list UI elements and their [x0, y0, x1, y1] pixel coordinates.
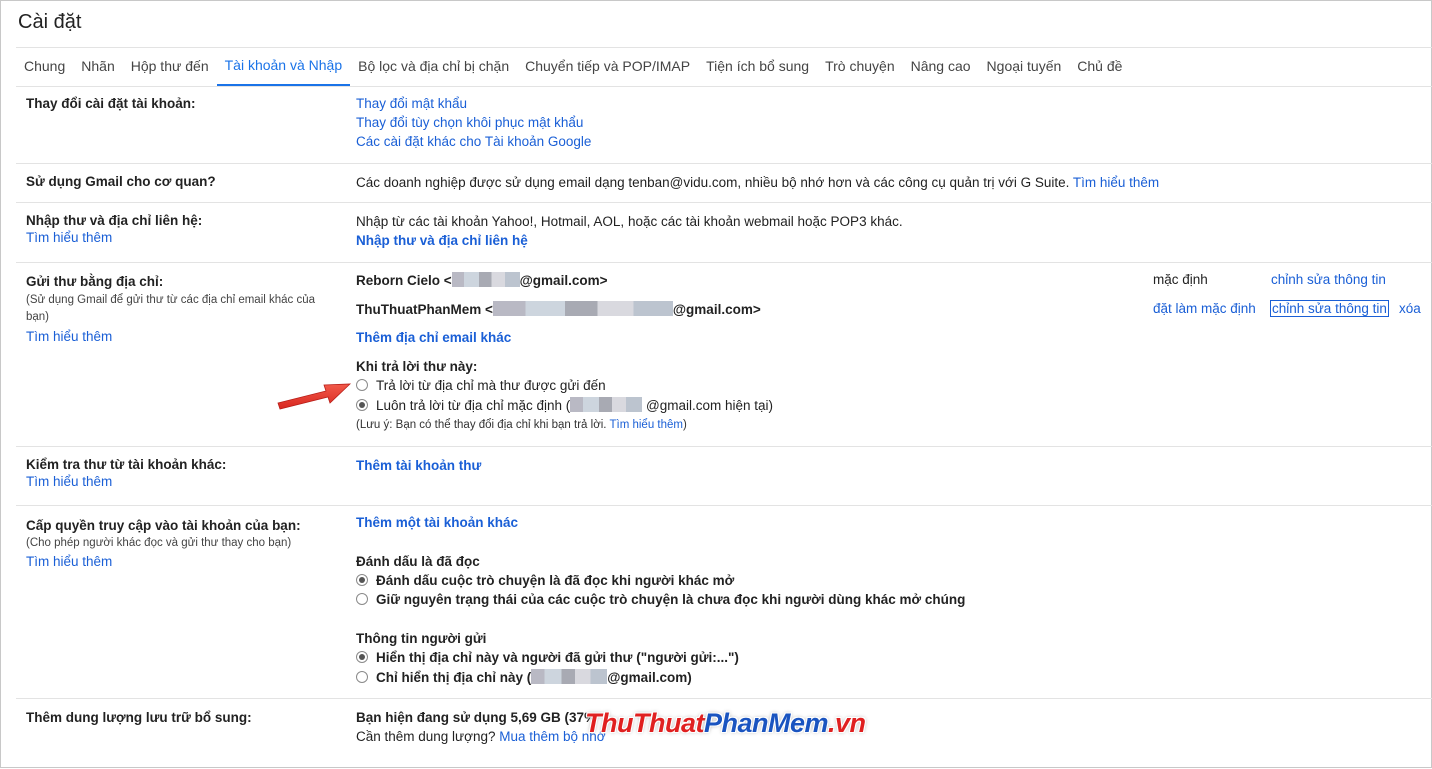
row-label: Thay đổi cài đặt tài khoản:: [26, 96, 196, 111]
edit-info-link[interactable]: chỉnh sửa thông tin: [1270, 300, 1389, 317]
add-another-account-link[interactable]: Thêm một tài khoản khác: [356, 515, 518, 530]
reply-option-2[interactable]: Luôn trả lời từ địa chỉ mặc định ( @gmai…: [356, 397, 773, 413]
row-gmail-work: Sử dụng Gmail cho cơ quan? Các doanh ngh…: [16, 164, 1432, 203]
watermark-logo: ThuThuatPhanMem.vn: [585, 708, 866, 738]
row-label: Thêm dung lượng lưu trữ bổ sung:: [26, 710, 252, 725]
row-label: Cấp quyền truy cập vào tài khoản của bạn…: [26, 518, 301, 533]
redacted-email: [570, 397, 643, 412]
sender-info-option-1[interactable]: Hiển thị địa chỉ này và người đã gửi thư…: [356, 650, 739, 665]
row-label: Sử dụng Gmail cho cơ quan?: [26, 174, 216, 189]
learn-more-link[interactable]: Tìm hiểu thêm: [1073, 175, 1159, 190]
tab-chu-de[interactable]: Chủ đề: [1069, 48, 1130, 86]
make-default-link[interactable]: đặt làm mặc định: [1153, 301, 1256, 316]
tab-nhan[interactable]: Nhãn: [73, 48, 122, 86]
learn-more-link[interactable]: Tìm hiểu thêm: [609, 419, 683, 431]
tab-tien-ich[interactable]: Tiện ích bổ sung: [698, 48, 817, 86]
storage-need-text: Cần thêm dung lượng?: [356, 729, 496, 744]
add-mail-account-link[interactable]: Thêm tài khoản thư: [356, 456, 481, 475]
red-arrow-annotation: [277, 383, 352, 410]
row-label: Kiểm tra thư từ tài khoản khác:: [26, 457, 227, 472]
tab-chung[interactable]: Chung: [16, 48, 73, 86]
mark-read-heading: Đánh dấu là đã đọc: [356, 554, 480, 569]
learn-more-link[interactable]: Tìm hiểu thêm: [26, 228, 202, 247]
mark-read-option-1[interactable]: Đánh dấu cuộc trò chuyện là đã đọc khi n…: [356, 573, 734, 588]
send-as-account-2: ThuThuatPhanMem < @gmail.com>: [356, 301, 761, 317]
radio-button[interactable]: [356, 671, 368, 683]
row-send-as: Gửi thư bằng địa chỉ: (Sử dụng Gmail để …: [16, 263, 1432, 447]
edit-info-link[interactable]: chỉnh sửa thông tin: [1271, 272, 1386, 287]
radio-button-selected[interactable]: [356, 574, 368, 586]
change-password-link[interactable]: Thay đổi mật khẩu: [356, 94, 591, 113]
redacted-email: [531, 669, 608, 684]
radio-button[interactable]: [356, 593, 368, 605]
tab-ngoai-tuyen[interactable]: Ngoại tuyến: [979, 48, 1070, 86]
row-account-settings: Thay đổi cài đặt tài khoản: Thay đổi mật…: [16, 86, 1432, 164]
row-sublabel: (Cho phép người khác đọc và gửi thư thay…: [26, 537, 292, 549]
tab-tro-chuyen[interactable]: Trò chuyện: [817, 48, 903, 86]
add-email-address-link[interactable]: Thêm địa chỉ email khác: [356, 330, 511, 345]
google-account-settings-link[interactable]: Các cài đặt khác cho Tài khoản Google: [356, 132, 591, 151]
tab-chuyen-tiep[interactable]: Chuyển tiếp và POP/IMAP: [517, 48, 698, 86]
reply-heading: Khi trả lời thư này:: [356, 359, 478, 374]
tab-bo-loc[interactable]: Bộ lọc và địa chỉ bị chặn: [350, 48, 517, 86]
learn-more-link[interactable]: Tìm hiểu thêm: [26, 472, 226, 491]
gsuite-text: Các doanh nghiệp được sử dụng email dạng…: [356, 175, 1070, 190]
tab-hop-thu-den[interactable]: Hộp thư đến: [123, 48, 217, 86]
row-label: Nhập thư và địa chỉ liên hệ:: [26, 213, 203, 228]
tab-tai-khoan-va-nhap[interactable]: Tài khoản và Nhập: [216, 48, 351, 86]
row-sublabel: (Sử dụng Gmail để gửi thư từ các địa chỉ…: [26, 294, 316, 323]
row-check-mail: Kiểm tra thư từ tài khoản khác: Tìm hiểu…: [16, 447, 1432, 506]
send-as-account-1: Reborn Cielo < @gmail.com>: [356, 272, 608, 288]
import-mail-contacts-link[interactable]: Nhập thư và địa chỉ liên hệ: [356, 231, 903, 250]
mark-read-option-2[interactable]: Giữ nguyên trạng thái của các cuộc trò c…: [356, 592, 965, 607]
recovery-options-link[interactable]: Thay đổi tùy chọn khôi phục mật khẩu: [356, 113, 591, 132]
default-status: mặc định: [1153, 272, 1208, 287]
import-description: Nhập từ các tài khoản Yahoo!, Hotmail, A…: [356, 214, 903, 229]
row-label: Gửi thư bằng địa chỉ:: [26, 274, 164, 289]
row-import: Nhập thư và địa chỉ liên hệ: Tìm hiểu th…: [16, 203, 1432, 263]
radio-button-selected[interactable]: [356, 651, 368, 663]
page-title: Cài đặt: [18, 11, 82, 33]
sender-info-option-2[interactable]: Chỉ hiển thị địa chỉ này (@gmail.com): [356, 669, 692, 685]
reply-note: (Lưu ý: Bạn có thể thay đổi địa chỉ khi …: [356, 419, 687, 431]
settings-tabs: Chung Nhãn Hộp thư đến Tài khoản và Nhập…: [16, 47, 1432, 87]
row-grant-access: Cấp quyền truy cập vào tài khoản của bạn…: [16, 506, 1432, 699]
redacted-email: [451, 272, 520, 287]
learn-more-link[interactable]: Tìm hiểu thêm: [26, 552, 301, 571]
storage-usage-text: Bạn hiện đang sử dụng 5,69 GB (37%: [356, 710, 597, 725]
redacted-email: [492, 301, 673, 316]
tab-nang-cao[interactable]: Nâng cao: [903, 48, 979, 86]
delete-link[interactable]: xóa: [1399, 301, 1421, 316]
reply-option-1[interactable]: Trả lời từ địa chỉ mà thư được gửi đến: [356, 378, 606, 393]
learn-more-link[interactable]: Tìm hiểu thêm: [26, 327, 336, 346]
sender-info-heading: Thông tin người gửi: [356, 631, 487, 646]
